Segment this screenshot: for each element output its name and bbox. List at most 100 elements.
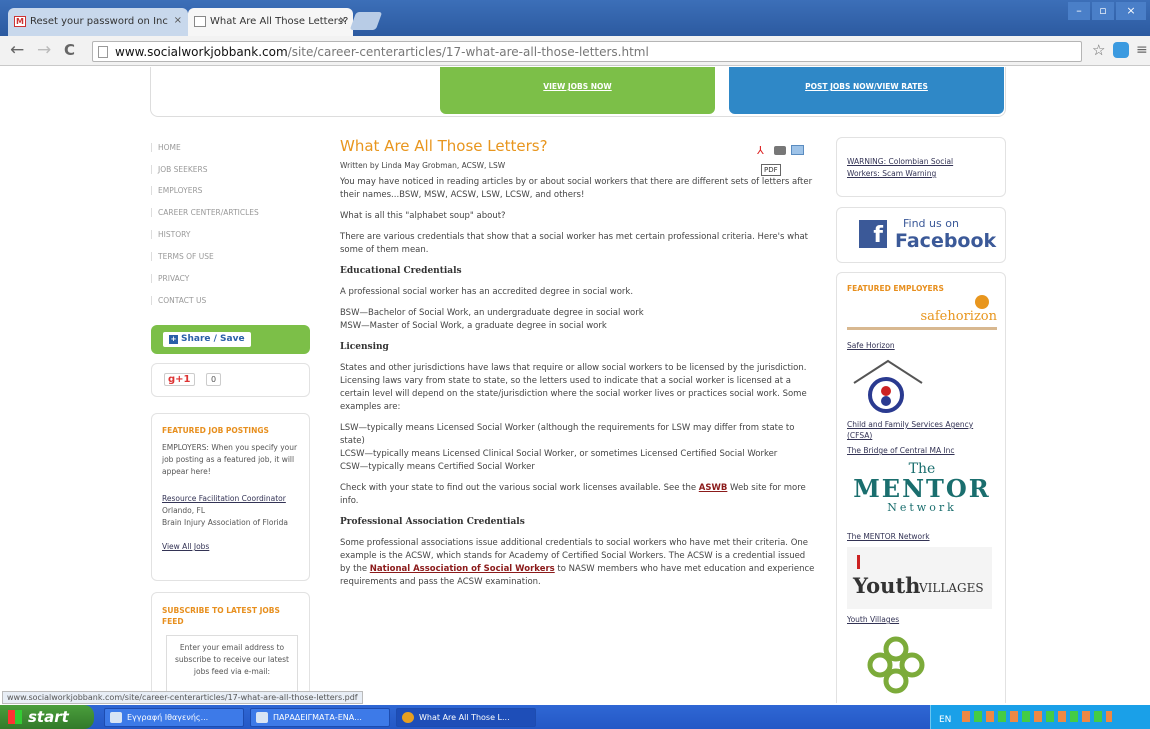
youthvillages-logo[interactable]: Youth VILLAGES: [847, 547, 992, 609]
taskbar: start Εγγραφή Ιθαγενής... ΠΑΡΑΔΕΙΓΜΑΤΑ-Ε…: [0, 705, 1150, 729]
start-label: start: [28, 708, 69, 726]
house-icon: [853, 359, 923, 413]
gplus-count: 0: [206, 373, 222, 386]
start-button[interactable]: start: [0, 705, 94, 729]
task-label: Εγγραφή Ιθαγενής...: [127, 713, 209, 722]
featured-job-link[interactable]: Resource Facilitation Coordinator: [162, 493, 312, 505]
nav-job-seekers[interactable]: JOB SEEKERS: [151, 165, 311, 174]
facebook-box[interactable]: f Find us on Facebook: [836, 207, 1006, 263]
star-icon[interactable]: ☆: [1092, 40, 1105, 60]
taskbar-item-word1[interactable]: Εγγραφή Ιθαγενής...: [104, 708, 244, 727]
nav-privacy[interactable]: PRIVACY: [151, 274, 311, 283]
close-window-button[interactable]: ×: [1116, 2, 1146, 20]
view-jobs-link[interactable]: VIEW JOBS NOW: [440, 82, 715, 91]
status-bar: www.socialworkjobbank.com/site/career-ce…: [2, 691, 363, 704]
mentor-logo[interactable]: The MENTOR Network: [847, 461, 997, 531]
section-heading: Educational Credentials: [340, 266, 462, 276]
maximize-button[interactable]: ▫: [1092, 2, 1114, 20]
language-indicator[interactable]: EN: [939, 715, 951, 725]
definition-csw: CSW—typically means Certified Social Wor…: [340, 462, 535, 472]
paragraph: You may have noticed in reading articles…: [340, 177, 813, 200]
subscribe-box: SUBSCRIBE TO LATEST JOBS FEED Enter your…: [151, 592, 310, 703]
share-label: Share / Save: [181, 334, 245, 344]
taskbar-item-word2[interactable]: ΠΑΡΑΔΕΙΓΜΑΤΑ-ΕΝΑ...: [250, 708, 390, 727]
email-icon[interactable]: [791, 145, 804, 155]
page-title: What Are All Those Letters?: [340, 137, 548, 155]
tab-article[interactable]: What Are All Those Letters? ×: [188, 8, 353, 36]
pdf-icon[interactable]: ⅄: [757, 144, 769, 157]
flag-icon: [857, 555, 867, 569]
forward-arrow-icon[interactable]: →: [37, 40, 51, 60]
gplus-button[interactable]: g+1: [164, 373, 195, 386]
back-arrow-icon[interactable]: ←: [10, 40, 24, 60]
gplus-box: g+1 0: [151, 363, 310, 397]
nav-home[interactable]: HOME: [151, 143, 311, 152]
paragraph: Check with your state to find out the va…: [340, 482, 818, 508]
close-icon[interactable]: ×: [174, 15, 182, 26]
flower-icon: [975, 295, 989, 309]
bridge-link[interactable]: The Bridge of Central MA Inc: [847, 445, 955, 457]
pdf-button[interactable]: PDF: [761, 164, 781, 176]
paragraph: A professional social worker has an accr…: [340, 287, 634, 297]
task-label: ΠΑΡΑΔΕΙΓΜΑΤΑ-ΕΝΑ...: [273, 713, 362, 722]
divider: [847, 327, 997, 330]
aswb-link[interactable]: ASWB: [699, 483, 728, 493]
definition-lsw: LSW—typically means Licensed Social Work…: [340, 423, 795, 446]
view-all-jobs-link[interactable]: View All Jobs: [162, 541, 209, 553]
featured-employers-heading: FEATURED EMPLOYERS: [847, 284, 944, 293]
taskbar-item-chrome[interactable]: What Are All Those L...: [396, 708, 536, 727]
word-icon: [110, 712, 122, 723]
nav-terms[interactable]: TERMS OF USE: [151, 252, 311, 261]
facebook-icon: f: [859, 220, 887, 248]
knot-icon: [867, 636, 925, 694]
facebook-find: Find us on: [903, 217, 959, 230]
view-jobs-banner[interactable]: VIEW JOBS NOW: [440, 67, 715, 114]
youth-villages-link[interactable]: Youth Villages: [847, 614, 899, 626]
nasw-link[interactable]: National Association of Social Workers: [370, 564, 555, 574]
safe-horizon-link[interactable]: Safe Horizon: [847, 340, 895, 352]
villages-wordmark: VILLAGES: [919, 581, 984, 595]
post-jobs-banner[interactable]: POST JOBS NOW/VIEW RATES: [729, 67, 1004, 114]
minimize-button[interactable]: –: [1068, 2, 1090, 20]
facebook-name: Facebook: [895, 230, 997, 252]
close-icon[interactable]: ×: [339, 15, 347, 26]
definition-msw: MSW—Master of Social Work, a graduate de…: [340, 321, 607, 331]
share-save-button[interactable]: + Share / Save: [163, 332, 251, 347]
tab-gmail[interactable]: M Reset your password on Inc ×: [8, 8, 188, 36]
definition-lcsw: LCSW—typically means Licensed Clinical S…: [340, 449, 778, 459]
print-icon[interactable]: [774, 146, 786, 155]
cfsa-link[interactable]: Child and Family Services Agency (CFSA): [847, 419, 997, 441]
post-jobs-link[interactable]: POST JOBS NOW/VIEW RATES: [729, 82, 1004, 91]
tray-icons[interactable]: [962, 711, 1113, 722]
tab-label: What Are All Those Letters?: [210, 16, 349, 27]
article: What Are All Those Letters? Written by L…: [340, 137, 818, 597]
scam-warning-link[interactable]: WARNING: Colombian Social Workers: Scam …: [847, 156, 987, 180]
mentor-link[interactable]: The MENTOR Network: [847, 531, 930, 543]
nav-history[interactable]: HISTORY: [151, 230, 311, 239]
nav-contact[interactable]: CONTACT US: [151, 296, 311, 305]
mentor-wordmark: MENTOR: [853, 474, 991, 503]
chrome-icon: [402, 712, 414, 723]
new-tab-button[interactable]: [349, 12, 383, 30]
url-path: /site/career-centerarticles/17-what-are-…: [287, 45, 649, 59]
featured-job-location: Orlando, FL: [162, 506, 206, 515]
subscribe-heading: SUBSCRIBE TO LATEST JOBS FEED: [162, 606, 280, 626]
nav-employers[interactable]: EMPLOYERS: [151, 186, 311, 195]
gmail-icon: M: [14, 16, 26, 27]
address-bar[interactable]: www.socialworkjobbank.com/site/career-ce…: [92, 41, 1082, 62]
menu-icon[interactable]: ≡: [1136, 40, 1148, 60]
page-viewport: VIEW JOBS NOW POST JOBS NOW/VIEW RATES H…: [0, 67, 1150, 703]
nav-career-center[interactable]: CAREER CENTER/ARTICLES: [151, 208, 311, 217]
skype-extension-icon[interactable]: [1113, 42, 1129, 58]
reload-icon[interactable]: C: [64, 40, 75, 60]
safehorizon-wordmark: safehorizon: [920, 309, 997, 324]
section-heading: Professional Association Credentials: [340, 517, 525, 527]
celtic-knot-logo[interactable]: [866, 635, 926, 695]
warning-box: WARNING: Colombian Social Workers: Scam …: [836, 137, 1006, 197]
cfsa-logo[interactable]: [848, 357, 928, 417]
safehorizon-logo[interactable]: safehorizon: [847, 295, 997, 335]
section-heading: Licensing: [340, 342, 389, 352]
featured-job-org: Brain Injury Association of Florida: [162, 518, 288, 527]
paragraph: There are various credentials that show …: [340, 232, 808, 255]
word-icon: [256, 712, 268, 723]
